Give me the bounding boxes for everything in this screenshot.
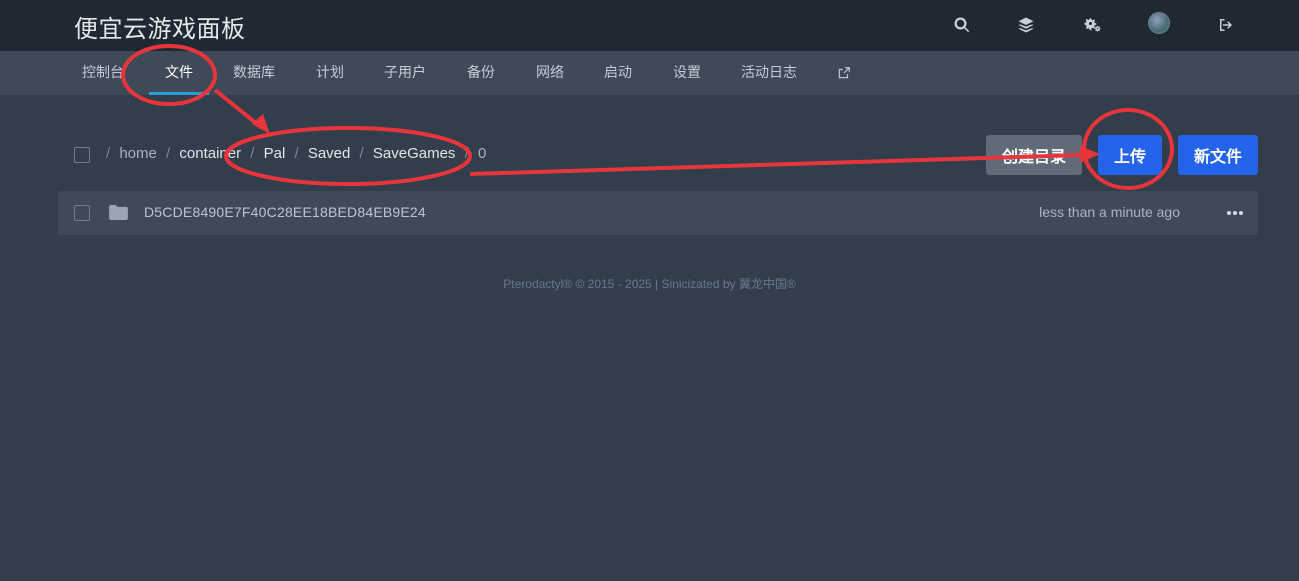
more-options-icon[interactable] [1226, 204, 1244, 222]
active-tab-indicator [149, 92, 209, 95]
breadcrumb-home[interactable]: home [119, 145, 157, 162]
breadcrumb-separator: / [166, 145, 171, 162]
file-modified-time: less than a minute ago [1039, 204, 1180, 220]
file-name[interactable]: D5CDE8490E7F40C28EE18BED84EB9E24 [144, 204, 426, 220]
table-row[interactable]: D5CDE8490E7F40C28EE18BED84EB9E24 less th… [58, 191, 1258, 235]
tab-files[interactable]: 文件 [165, 51, 193, 95]
breadcrumb-separator: / [106, 145, 111, 162]
breadcrumb-separator: / [359, 145, 364, 162]
tab-subusers[interactable]: 子用户 [384, 51, 426, 95]
breadcrumb-separator: / [294, 145, 299, 162]
app-title[interactable]: 便宜云游戏面板 [74, 9, 246, 44]
new-file-button[interactable]: 新文件 [1178, 135, 1258, 175]
breadcrumb-separator: / [464, 145, 469, 162]
tab-settings[interactable]: 设置 [673, 51, 701, 95]
tab-databases[interactable]: 数据库 [233, 51, 275, 95]
upload-button[interactable]: 上传 [1098, 135, 1162, 175]
create-directory-button[interactable]: 创建目录 [986, 135, 1082, 175]
breadcrumb-separator: / [250, 145, 255, 162]
tab-startup[interactable]: 启动 [604, 51, 632, 95]
external-link-icon[interactable] [837, 51, 851, 95]
settings-icon[interactable] [1079, 12, 1105, 38]
breadcrumb-savegames[interactable]: SaveGames [373, 145, 456, 162]
avatar[interactable] [1148, 12, 1170, 34]
tab-schedules[interactable]: 计划 [316, 51, 344, 95]
server-nav: 控制台 文件 数据库 计划 子用户 备份 网络 启动 设置 活动日志 [0, 51, 1299, 95]
breadcrumb-saved[interactable]: Saved [308, 145, 351, 162]
top-bar: 便宜云游戏面板 [0, 0, 1299, 51]
folder-icon [109, 205, 128, 225]
footer: Pterodactyl® © 2015 - 2025 | Sinicizated… [503, 277, 796, 291]
breadcrumb-current: 0 [477, 145, 487, 162]
breadcrumb-pal[interactable]: Pal [264, 145, 286, 162]
row-checkbox[interactable] [74, 205, 90, 221]
layers-icon[interactable] [1013, 12, 1039, 38]
tab-network[interactable]: 网络 [536, 51, 564, 95]
breadcrumb-container[interactable]: container [179, 145, 241, 162]
select-all-checkbox[interactable] [74, 147, 90, 163]
annotation-arrowhead-upload [1080, 146, 1100, 163]
search-icon[interactable] [949, 12, 975, 38]
tab-console[interactable]: 控制台 [82, 51, 124, 95]
logout-icon[interactable] [1213, 12, 1239, 38]
annotation-arrowhead-breadcrumb [252, 114, 270, 134]
breadcrumb: / home / container / Pal / Saved / SaveG… [106, 145, 486, 162]
annotation-arrow-to-breadcrumb [213, 88, 264, 130]
tab-activity-log[interactable]: 活动日志 [741, 51, 797, 95]
tab-backups[interactable]: 备份 [467, 51, 495, 95]
